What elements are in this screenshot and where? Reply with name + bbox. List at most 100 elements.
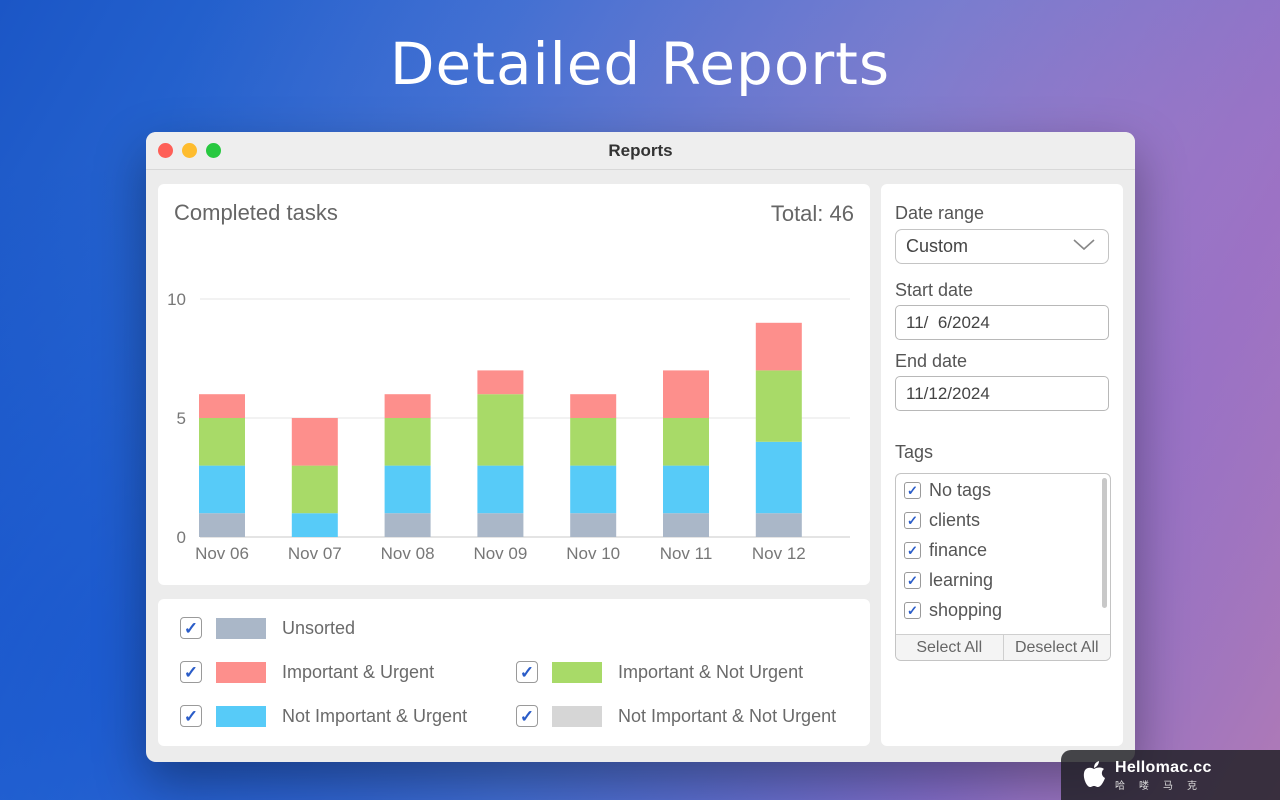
x-tick-label: Nov 09 — [473, 544, 527, 563]
legend-swatch — [216, 661, 266, 683]
x-tick-label: Nov 12 — [752, 544, 806, 563]
bar-segment — [199, 513, 245, 537]
chart-title: Completed tasks — [174, 200, 338, 225]
watermark-subtitle: 哈喽马克 — [1115, 780, 1211, 792]
reports-window: Reports 0 5 10 Nov 06 Nov 07 Nov 08 Nov 09 Nov … — [146, 132, 1135, 762]
legend-checkbox[interactable]: ✓ — [180, 705, 202, 727]
date-range-label: Date range — [895, 203, 985, 223]
bar-segment — [570, 465, 617, 514]
legend-item-unsorted: ✓ Unsorted — [180, 617, 355, 639]
bar-segment — [291, 513, 338, 537]
bar-segment — [384, 394, 431, 418]
tag-checkbox[interactable]: ✓ — [904, 572, 921, 589]
deselect-all-button[interactable]: Deselect All — [1002, 635, 1111, 660]
legend-item-important-not-urgent: ✓ Important & Not Urgent — [516, 661, 803, 683]
tag-label: clients — [929, 510, 981, 530]
filter-sidebar: Date range Custom Start date 11/ 6/2024 … — [881, 184, 1123, 746]
window-title: Reports — [608, 141, 673, 160]
bar-segment — [477, 394, 524, 466]
date-range-value: Custom — [906, 236, 969, 256]
tag-label: finance — [929, 540, 988, 560]
legend-swatch — [216, 705, 266, 727]
bar-segment — [384, 465, 431, 514]
bar-segment — [663, 370, 709, 418]
bar-segment — [384, 418, 431, 466]
end-date-field[interactable]: 11/12/2024 — [895, 376, 1109, 411]
tags-list: ✓ No tags ✓ clients ✓ finance ✓ learning… — [895, 473, 1111, 661]
bar-segment — [199, 418, 245, 466]
legend-swatch — [552, 661, 602, 683]
page-headline: Detailed Reports — [389, 30, 891, 98]
x-tick-label: Nov 10 — [566, 544, 620, 563]
bar-segment — [477, 465, 524, 514]
chevron-down-icon — [1073, 239, 1095, 251]
tag-label: learning — [929, 570, 994, 590]
title-bar: Reports — [146, 132, 1135, 170]
zoom-button[interactable] — [206, 143, 221, 158]
legend-label: Not Important & Not Urgent — [618, 705, 837, 726]
tags-label: Tags — [895, 442, 934, 462]
watermark-name: Hellomac.cc — [1115, 758, 1212, 776]
chart-total: Total: 46 — [770, 201, 854, 226]
close-button[interactable] — [158, 143, 173, 158]
tag-checkbox[interactable]: ✓ — [904, 602, 921, 619]
bar-segment — [570, 513, 617, 537]
chart-panel: 0 5 10 Nov 06 Nov 07 Nov 08 Nov 09 Nov 10 Nov 11… — [158, 184, 870, 585]
legend-checkbox[interactable]: ✓ — [516, 705, 538, 727]
bar-segment — [384, 513, 431, 537]
select-all-button[interactable]: Select All — [896, 635, 1003, 660]
bar-segment — [570, 394, 617, 418]
bar-segment — [199, 394, 245, 418]
legend-swatch — [552, 705, 602, 727]
y-tick-label: 0 — [177, 528, 186, 547]
tag-item-finance[interactable]: ✓ finance — [904, 540, 987, 561]
tag-checkbox[interactable]: ✓ — [904, 482, 921, 499]
legend-item-not-important-not-urgent: ✓ Not Important & Not Urgent — [516, 705, 836, 727]
tag-label: shopping — [929, 600, 1003, 620]
bar-segment — [477, 370, 524, 395]
start-date-label: Start date — [895, 280, 974, 300]
legend-label: Not Important & Urgent — [282, 705, 468, 726]
tag-item-clients[interactable]: ✓ clients — [904, 510, 980, 531]
legend-label: Important & Urgent — [282, 661, 435, 682]
tags-footer: Select All Deselect All — [896, 634, 1110, 660]
legend-label: Important & Not Urgent — [618, 661, 804, 682]
legend-item-important-urgent: ✓ Important & Urgent — [180, 661, 434, 683]
start-date-field[interactable]: 11/ 6/2024 — [895, 305, 1109, 340]
bar-segment — [477, 513, 524, 537]
bar-segment — [663, 465, 709, 514]
legend-panel: ✓ Unsorted ✓ Important & Urgent ✓ Import… — [158, 599, 870, 746]
watermark: Hellomac.cc 哈喽马克 — [1061, 750, 1280, 800]
bar-segment — [199, 465, 245, 514]
window-controls — [158, 143, 221, 158]
y-tick-label: 10 — [167, 290, 186, 309]
legend-checkbox[interactable]: ✓ — [516, 661, 538, 683]
tag-label: No tags — [929, 480, 992, 500]
date-range-select[interactable]: Custom — [895, 229, 1109, 264]
bar-segment — [755, 513, 802, 537]
bar-segment — [663, 513, 709, 537]
legend-label: Unsorted — [282, 617, 356, 638]
legend-checkbox[interactable]: ✓ — [180, 617, 202, 639]
tag-checkbox[interactable]: ✓ — [904, 542, 921, 559]
x-tick-label: Nov 08 — [381, 544, 435, 563]
tag-item-no-tags[interactable]: ✓ No tags — [904, 480, 991, 501]
completed-tasks-chart: 0 5 10 Nov 06 Nov 07 Nov 08 Nov 09 Nov 10 Nov 11… — [167, 290, 850, 563]
tags-scrollbar[interactable] — [1102, 478, 1107, 608]
tag-item-learning[interactable]: ✓ learning — [904, 570, 993, 591]
legend-item-not-important-urgent: ✓ Not Important & Urgent — [180, 705, 467, 727]
bar-segment — [755, 370, 802, 442]
legend-checkbox[interactable]: ✓ — [180, 661, 202, 683]
x-tick-label: Nov 11 — [660, 544, 713, 563]
x-tick-label: Nov 07 — [288, 544, 342, 563]
bar-segment — [755, 322, 802, 371]
y-tick-label: 5 — [177, 409, 186, 428]
bar-segment — [291, 465, 338, 514]
bar-segment — [755, 441, 802, 514]
tag-item-shopping[interactable]: ✓ shopping — [904, 600, 1002, 621]
apple-icon — [1083, 761, 1105, 787]
x-tick-label: Nov 06 — [195, 544, 249, 563]
tag-checkbox[interactable]: ✓ — [904, 512, 921, 529]
bar-segment — [663, 418, 709, 466]
minimize-button[interactable] — [182, 143, 197, 158]
